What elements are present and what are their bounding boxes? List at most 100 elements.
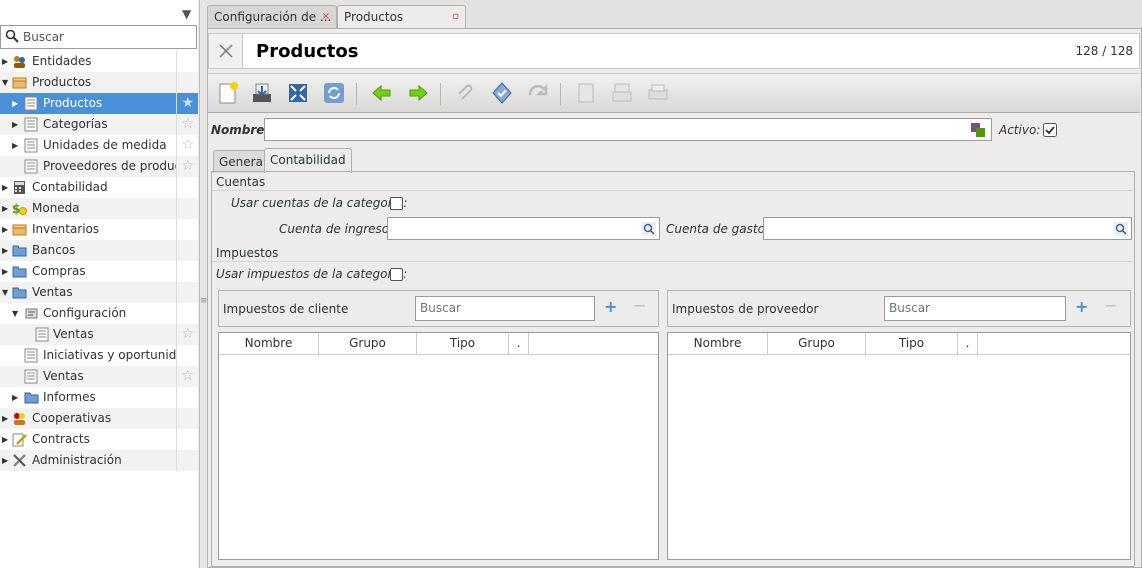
collapse-arrow-icon[interactable]: ▼ [2, 72, 12, 93]
search-icon[interactable] [642, 222, 656, 239]
expand-arrow-icon[interactable]: ▶ [12, 135, 22, 156]
sidebar-item-bancos[interactable]: ▶ Bancos [0, 240, 198, 261]
customer-taxes-search-input[interactable] [420, 301, 590, 315]
favorite-star-icon[interactable]: ★ [181, 93, 194, 114]
next-icon[interactable] [406, 81, 430, 105]
sidebar-item-informes[interactable]: ▶ Informes [0, 387, 198, 408]
print-icon[interactable] [646, 81, 670, 105]
use-category-taxes-checkbox[interactable] [390, 268, 403, 281]
sidebar-item-compras[interactable]: ▶ Compras [0, 261, 198, 282]
sidebar-item-label: Productos [43, 96, 103, 110]
remove-icon[interactable]: − [633, 296, 646, 315]
name-field[interactable] [264, 118, 992, 141]
close-icon[interactable]: × [322, 6, 330, 28]
expense-account-field[interactable] [763, 217, 1132, 240]
sidebar-item-ventas[interactable]: Ventas ☆ [0, 366, 198, 387]
sidebar-item-ventas-group[interactable]: ▼ Ventas [0, 282, 198, 303]
box-icon [12, 222, 27, 237]
close-icon[interactable]: ▫ [452, 6, 459, 28]
expand-arrow-icon[interactable]: ▶ [2, 261, 12, 282]
sidebar-item-inventarios[interactable]: ▶ Inventarios [0, 219, 198, 240]
sidebar-item-cooperativas[interactable]: ▶ Cooperativas [0, 408, 198, 429]
sidebar-item-productos[interactable]: ▶ Productos ★ [0, 93, 198, 114]
divider [212, 261, 1132, 262]
new-icon[interactable] [216, 81, 240, 105]
supplier-taxes-table[interactable]: Nombre Grupo Tipo . [667, 332, 1131, 560]
tools-icon[interactable] [209, 34, 243, 68]
sidebar-item-iniciativas[interactable]: Iniciativas y oportunidad [0, 345, 198, 366]
menu-collapse-icon[interactable]: ▼ [182, 7, 191, 21]
column-header[interactable]: Tipo [417, 333, 509, 354]
divider [212, 190, 1132, 191]
remove-icon[interactable]: − [1104, 296, 1117, 315]
expand-arrow-icon[interactable]: ▶ [12, 387, 22, 408]
email-icon[interactable] [610, 81, 634, 105]
expand-arrow-icon[interactable]: ▶ [2, 429, 12, 450]
column-header[interactable]: Grupo [319, 333, 417, 354]
income-account-field[interactable] [387, 217, 660, 240]
sidebar-item-productos-group[interactable]: ▼ Productos [0, 72, 198, 93]
favorite-star-icon[interactable]: ☆ [181, 324, 194, 345]
settings-icon [24, 306, 39, 321]
column-header[interactable]: . [509, 333, 529, 354]
active-checkbox[interactable] [1043, 123, 1057, 137]
fullscreen-icon[interactable] [286, 81, 310, 105]
column-header[interactable]: Nombre [668, 333, 768, 354]
favorite-star-icon[interactable]: ☆ [181, 114, 194, 135]
sidebar-item-configuracion[interactable]: ▼ Configuración [0, 303, 198, 324]
sidebar-item-unidades[interactable]: ▶ Unidades de medida ☆ [0, 135, 198, 156]
expand-arrow-icon[interactable]: ▶ [2, 219, 12, 240]
report-icon[interactable] [574, 81, 598, 105]
favorite-star-icon[interactable]: ☆ [181, 366, 194, 387]
add-icon[interactable]: + [1075, 297, 1088, 316]
reload-icon[interactable] [322, 81, 346, 105]
use-category-accounts-checkbox[interactable] [390, 197, 403, 210]
sidebar-item-proveedores[interactable]: Proveedores de producto ☆ [0, 156, 198, 177]
sidebar-search-input[interactable] [23, 29, 193, 45]
customer-taxes-table[interactable]: Nombre Grupo Tipo . [218, 332, 659, 560]
tab-configuracion[interactable]: Configuración de ... × [207, 5, 337, 28]
sidebar-item-entidades[interactable]: ▶ Entidades [0, 51, 198, 72]
save-icon[interactable] [250, 81, 274, 105]
column-header[interactable]: Nombre [219, 333, 319, 354]
expand-arrow-icon[interactable]: ▶ [2, 198, 12, 219]
search-icon[interactable] [1114, 222, 1128, 239]
action-icon[interactable] [490, 81, 514, 105]
collapse-arrow-icon[interactable]: ▼ [12, 303, 22, 324]
attachment-icon[interactable] [454, 81, 478, 105]
supplier-taxes-search[interactable] [884, 296, 1066, 321]
expand-arrow-icon[interactable]: ▶ [12, 93, 22, 114]
use-category-taxes-label: Usar impuestos de la categoría: [216, 267, 408, 281]
favorite-star-icon[interactable]: ☆ [181, 135, 194, 156]
column-header[interactable]: . [958, 333, 978, 354]
expand-arrow-icon[interactable]: ▶ [2, 51, 12, 72]
previous-icon[interactable] [370, 81, 394, 105]
supplier-taxes-search-input[interactable] [889, 301, 1061, 315]
tab-productos[interactable]: Productos ▫ [337, 5, 466, 28]
column-header[interactable]: Tipo [866, 333, 958, 354]
sidebar-search[interactable] [0, 25, 197, 49]
column-header[interactable]: Grupo [768, 333, 866, 354]
expand-arrow-icon[interactable]: ▶ [2, 450, 12, 471]
tab-contabilidad[interactable]: Contabilidad [264, 148, 352, 173]
svg-text:$: $ [12, 202, 20, 216]
expand-arrow-icon[interactable]: ▶ [12, 114, 22, 135]
relate-icon[interactable] [526, 81, 550, 105]
translate-icon[interactable] [971, 123, 985, 140]
sidebar-item-moneda[interactable]: ▶ $ Moneda [0, 198, 198, 219]
favorite-star-icon[interactable]: ☆ [181, 156, 194, 177]
customer-taxes-search[interactable] [415, 296, 595, 321]
expand-arrow-icon[interactable]: ▶ [2, 240, 12, 261]
expand-arrow-icon[interactable]: ▶ [2, 177, 12, 198]
collapse-arrow-icon[interactable]: ▼ [2, 282, 12, 303]
people-icon [12, 411, 27, 426]
add-icon[interactable]: + [604, 297, 617, 316]
sidebar-item-contracts[interactable]: ▶ Contracts [0, 429, 198, 450]
sidebar-item-label: Cooperativas [32, 411, 112, 425]
sidebar-item-categorias[interactable]: ▶ Categorías ☆ [0, 114, 198, 135]
pane-resize-handle[interactable] [199, 0, 207, 568]
sidebar-item-administracion[interactable]: ▶ Administración [0, 450, 198, 471]
sidebar-item-config-ventas[interactable]: Ventas ☆ [0, 324, 198, 345]
sidebar-item-contabilidad[interactable]: ▶ Contabilidad [0, 177, 198, 198]
expand-arrow-icon[interactable]: ▶ [2, 408, 12, 429]
